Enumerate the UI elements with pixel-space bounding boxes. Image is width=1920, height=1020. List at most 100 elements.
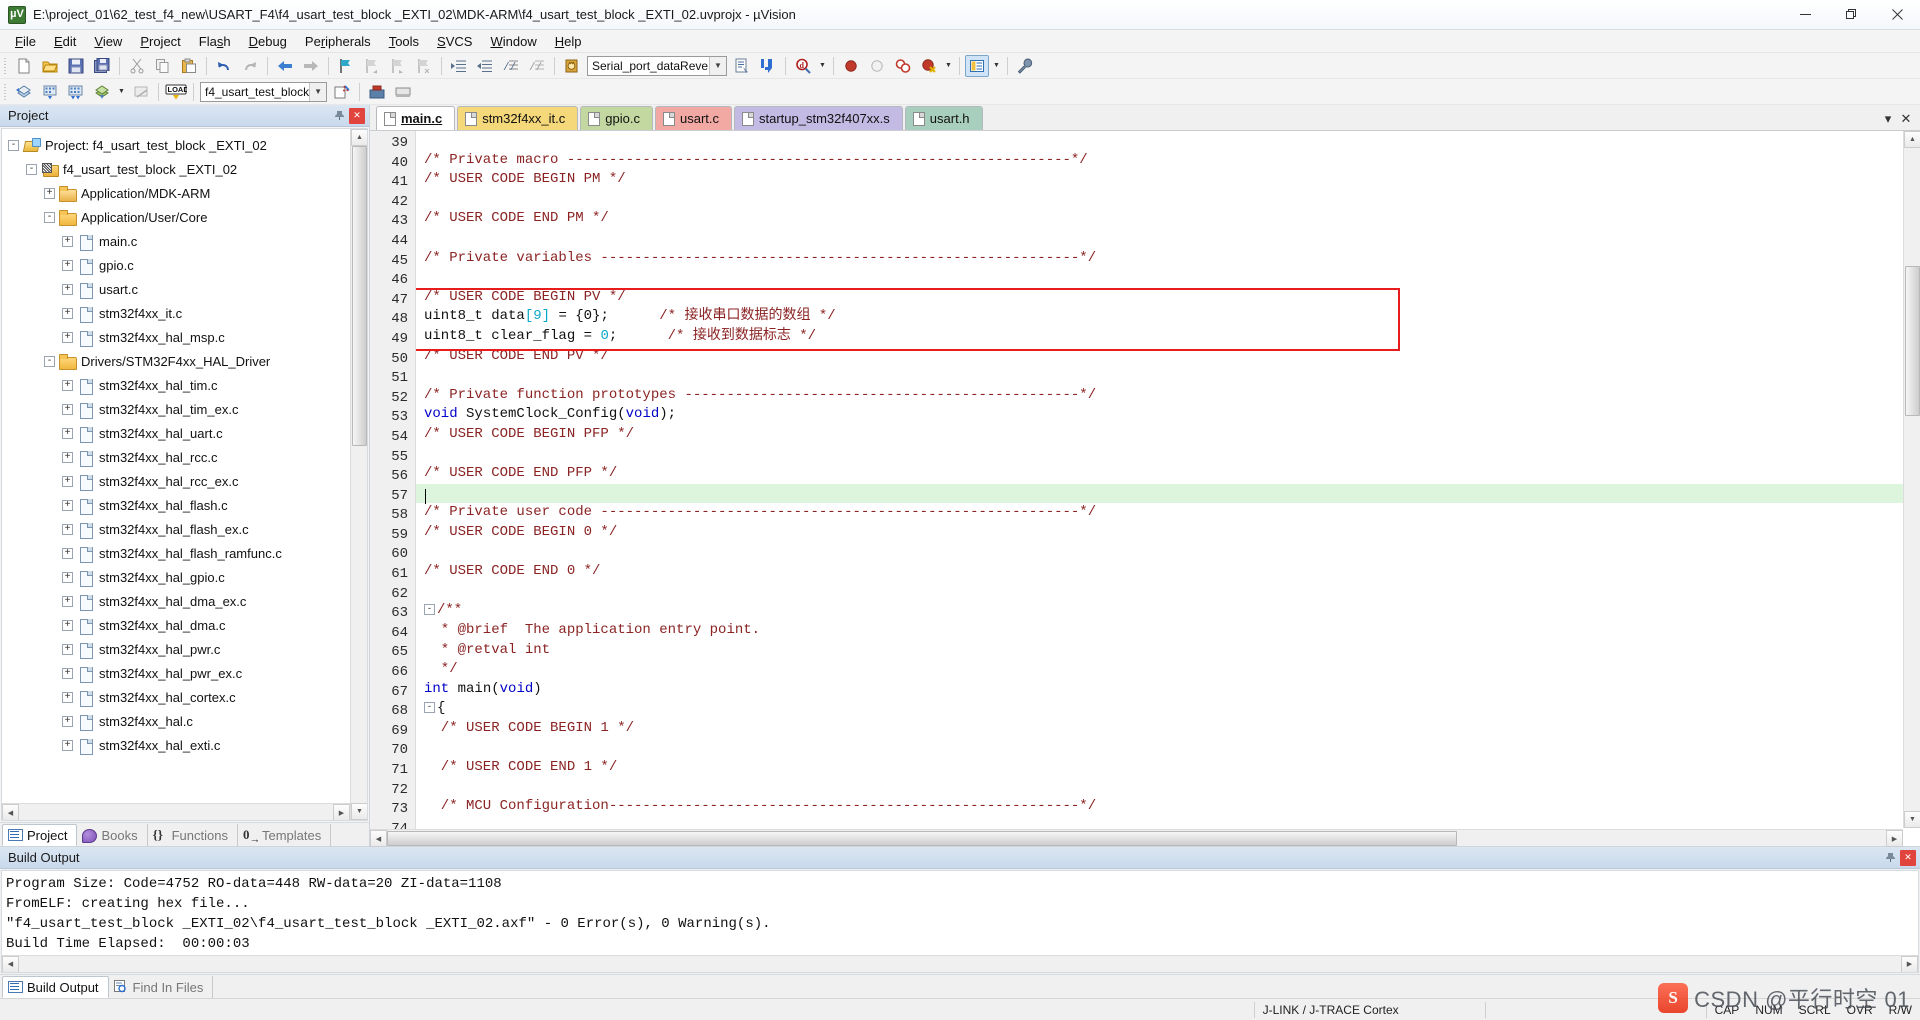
expand-toggle-icon[interactable]: + [62,715,73,727]
tree-item[interactable]: + stm32f4xx_hal_flash_ex.c [8,517,367,541]
comment-icon[interactable]: // [499,55,523,77]
editor-vscrollbar[interactable]: ▲ ▼ [1903,131,1920,828]
code-text-area[interactable]: /* Private macro -----------------------… [416,131,1920,846]
collapse-toggle-icon[interactable]: - [8,139,19,151]
chevron-down-icon[interactable]: ▼ [709,56,726,75]
tree-item[interactable]: + Application/MDK-ARM [8,181,367,205]
tree-item[interactable]: + stm32f4xx_hal_uart.c [8,421,367,445]
target-options-icon[interactable] [730,55,754,77]
download-icon[interactable]: LOAD [164,81,188,103]
tree-item[interactable]: + stm32f4xx_hal_exti.c [8,733,367,757]
toolbar-grip[interactable] [2,55,9,76]
editor-tab-usart-h[interactable]: usart.h [904,106,983,130]
scrollbar-track[interactable] [19,956,1901,972]
code-fold-toggle-icon[interactable]: - [424,702,435,714]
menu-flash[interactable]: Flash [190,32,240,51]
pack-installer-icon[interactable] [365,81,389,103]
tab-build-output[interactable]: Build Output [2,976,109,998]
minimize-icon[interactable] [1782,0,1828,30]
build-output-text[interactable]: Program Size: Code=4752 RO-data=448 RW-d… [1,870,1919,973]
bookmark-clear-icon[interactable] [412,55,436,77]
cut-icon[interactable] [125,55,149,77]
expand-toggle-icon[interactable]: + [62,547,73,559]
editor-tab-stm32f4xx-it-c[interactable]: stm32f4xx_it.c [457,106,579,130]
tree-item[interactable]: + stm32f4xx_hal_flash_ramfunc.c [8,541,367,565]
tree-item[interactable]: + stm32f4xx_hal_rcc_ex.c [8,469,367,493]
menu-debug[interactable]: Debug [240,32,296,51]
build-icon[interactable] [38,81,62,103]
expand-toggle-icon[interactable]: + [62,523,73,535]
tree-item[interactable]: + stm32f4xx_hal_pwr_ex.c [8,661,367,685]
expand-toggle-icon[interactable]: + [62,619,73,631]
close-icon[interactable]: ✕ [349,107,365,124]
tree-item[interactable]: + stm32f4xx_hal_msp.c [8,325,367,349]
tree-item[interactable]: + main.c [8,229,367,253]
expand-toggle-icon[interactable]: + [62,427,73,439]
save-all-icon[interactable] [90,55,114,77]
scrollbar-track[interactable] [1457,830,1886,846]
scroll-left-button[interactable]: ◀ [370,830,387,847]
expand-toggle-icon[interactable]: + [62,739,73,751]
menu-project[interactable]: Project [131,32,189,51]
tree-item[interactable]: + stm32f4xx_it.c [8,301,367,325]
scroll-right-button[interactable]: ▶ [1886,830,1903,847]
tree-item[interactable]: - Drivers/STM32F4xx_HAL_Driver [8,349,367,373]
tree-item[interactable]: + gpio.c [8,253,367,277]
chevron-down-icon[interactable]: ▼ [942,55,955,77]
open-file-icon[interactable] [38,55,62,77]
tree-item[interactable]: + usart.c [8,277,367,301]
editor-tab-startup-stm32f407xx-s[interactable]: startup_stm32f407xx.s [734,106,903,130]
configure-icon[interactable] [1013,55,1037,77]
binoculars-icon[interactable] [756,55,780,77]
disable-breakpoint-icon[interactable] [891,55,915,77]
rebuild-icon[interactable] [64,81,88,103]
kill-breakpoint-icon[interactable] [865,55,889,77]
pin-icon[interactable] [331,108,347,124]
menu-file[interactable]: File [6,32,45,51]
scroll-tabs-down-icon[interactable]: ▾ [1880,111,1896,127]
expand-toggle-icon[interactable]: + [62,259,73,271]
editor-hscrollbar[interactable]: ◀ ▶ [370,829,1903,847]
tree-item[interactable]: + stm32f4xx_hal_tim.c [8,373,367,397]
project-tree-vscrollbar[interactable]: ▲ ▼ [350,129,367,820]
indent-icon[interactable] [447,55,471,77]
insert-breakpoint-icon[interactable] [839,55,863,77]
new-file-icon[interactable] [12,55,36,77]
scrollbar-track[interactable] [19,804,333,820]
code-fold-toggle-icon[interactable]: - [424,604,435,616]
build-output-hscrollbar[interactable]: ◀ ▶ [2,955,1918,972]
chevron-down-icon[interactable]: ▼ [309,82,327,101]
copy-icon[interactable] [151,55,175,77]
chevron-down-icon[interactable]: ▼ [990,55,1003,77]
expand-toggle-icon[interactable]: + [44,187,55,199]
project-tree-hscrollbar[interactable]: ◀ ▶ [2,803,350,820]
tree-item[interactable]: + stm32f4xx_hal_flash.c [8,493,367,517]
expand-toggle-icon[interactable]: + [62,451,73,463]
menu-svcs[interactable]: SVCS [428,32,481,51]
expand-toggle-icon[interactable]: + [62,691,73,703]
expand-toggle-icon[interactable]: + [62,331,73,343]
uncomment-icon[interactable]: // [525,55,549,77]
expand-toggle-icon[interactable]: + [62,571,73,583]
scroll-up-button[interactable]: ▲ [1904,131,1920,148]
collapse-toggle-icon[interactable]: - [26,163,37,175]
scrollbar-thumb[interactable] [352,146,367,446]
tree-item[interactable]: + stm32f4xx_hal_gpio.c [8,565,367,589]
expand-toggle-icon[interactable]: + [62,403,73,415]
bookmark-prev-icon[interactable] [360,55,384,77]
code-editor[interactable]: 39 40 41 42 43 44 45 46 47 48 49 50 51 52 53 54 55 56 57 58… [370,131,1920,847]
expand-toggle-icon[interactable]: + [62,235,73,247]
outdent-icon[interactable] [473,55,497,77]
paste-icon[interactable] [177,55,201,77]
tree-item[interactable]: - f4_usart_test_block _EXTI_02 [8,157,367,181]
menu-edit[interactable]: Edit [45,32,85,51]
tree-item[interactable]: + stm32f4xx_hal_tim_ex.c [8,397,367,421]
chevron-down-icon[interactable]: ▼ [115,81,128,103]
tab-templates[interactable]: 0→ Templates [238,824,332,846]
target-select[interactable]: Serial_port_dataReve ▼ [587,55,727,76]
stop-build-icon[interactable] [129,81,153,103]
expand-toggle-icon[interactable]: + [62,643,73,655]
tree-item[interactable]: + stm32f4xx_hal_dma_ex.c [8,589,367,613]
menu-help[interactable]: Help [546,32,591,51]
bookmark-next-icon[interactable] [386,55,410,77]
